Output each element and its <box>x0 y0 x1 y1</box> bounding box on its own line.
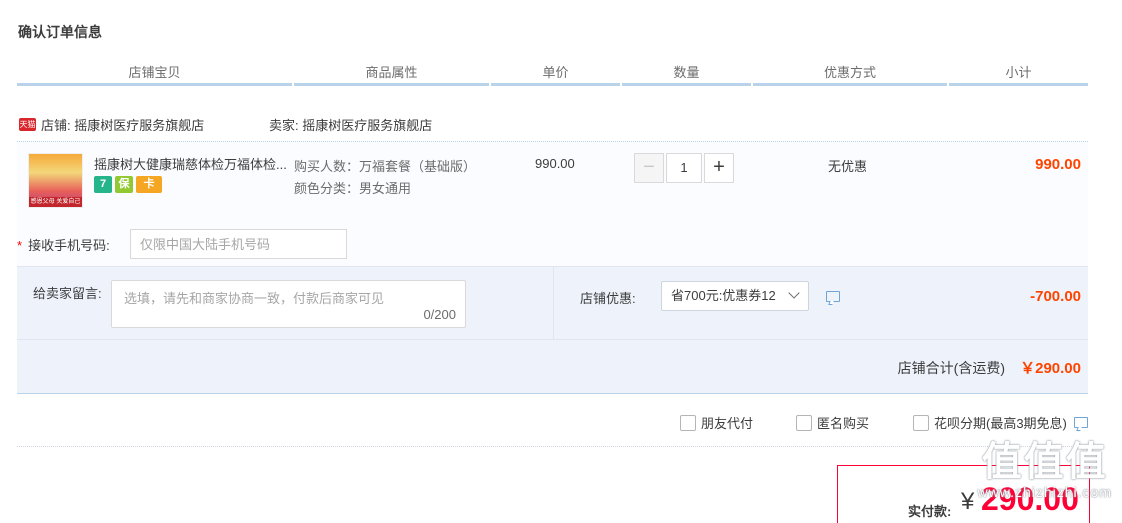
quantity-stepper: − 1 + <box>634 153 734 183</box>
option-friend-pay[interactable]: 朋友代付 <box>680 413 753 432</box>
shop-total-label: 店铺合计(含运费) <box>897 360 1005 376</box>
header-col-item: 店铺宝贝 <box>17 62 292 86</box>
tmall-icon: 天猫 <box>19 118 36 131</box>
product-thumbnail[interactable]: 感恩父母 关爱自己 <box>28 153 83 208</box>
coupon-amount: -700.00 <box>1030 288 1081 305</box>
anonymous-checkbox[interactable] <box>796 414 812 431</box>
quantity-input[interactable]: 1 <box>666 153 702 183</box>
message-label: 给卖家留言: <box>33 286 102 301</box>
phone-input[interactable] <box>130 229 347 259</box>
required-mark: * <box>17 238 23 253</box>
product-title-link[interactable]: 摇康树大健康瑞慈体检万福体检... <box>94 154 289 173</box>
order-item-row: 感恩父母 关爱自己 摇康树大健康瑞慈体检万福体检... 7 保 卡 购买人数：万… <box>17 142 1088 266</box>
shop-total-value: ￥290.00 <box>1020 360 1081 377</box>
payment-summary-box: 实付款: ¥ 290.00 <box>837 465 1090 523</box>
thumbnail-band-text: 感恩父母 关爱自己 <box>29 197 82 207</box>
page-title: 确认订单信息 <box>18 24 102 40</box>
attr-color-category: 颜色分类：男女通用 <box>294 181 412 196</box>
option-anonymous-purchase[interactable]: 匿名购买 <box>796 413 869 432</box>
header-col-unit-price: 单价 <box>491 62 620 86</box>
card-payment-icon[interactable]: 卡 <box>136 176 162 193</box>
anonymous-label: 匿名购买 <box>817 416 870 431</box>
huabei-checkbox[interactable] <box>913 414 929 431</box>
table-header: 店铺宝贝 商品属性 单价 数量 优惠方式 小计 <box>17 62 1088 86</box>
message-char-count: 0/200 <box>423 307 456 322</box>
huabei-info-icon[interactable] <box>1074 417 1088 428</box>
header-col-attributes: 商品属性 <box>294 62 489 86</box>
coupon-selected-value: 省700元:优惠券12 <box>671 288 776 303</box>
header-col-subtotal: 小计 <box>949 62 1088 86</box>
shop-name-link[interactable]: 店铺: 摇康树医疗服务旗舰店 <box>41 115 204 134</box>
coupon-comment-icon[interactable] <box>826 291 840 302</box>
option-huabei-installment[interactable]: 花呗分期(最高3期免息) <box>913 413 1067 432</box>
item-subtotal: 990.00 <box>1035 156 1081 173</box>
shop-row: 天猫 店铺: 摇康树医疗服务旗舰店 卖家: 摇康树医疗服务旗舰店 <box>17 112 1088 142</box>
payment-total: 290.00 <box>981 481 1079 517</box>
friend-pay-checkbox[interactable] <box>680 414 696 431</box>
product-badges: 7 保 卡 <box>94 176 162 193</box>
message-coupon-panel: 给卖家留言: 0/200 店铺优惠: 省700元:优惠券12 -700.00 店… <box>17 266 1088 394</box>
phone-label: * 接收手机号码: <box>17 235 110 254</box>
insurance-icon[interactable]: 保 <box>115 176 133 193</box>
header-col-discount: 优惠方式 <box>753 62 947 86</box>
phone-label-text: 接收手机号码: <box>28 238 110 253</box>
payment-currency: ¥ <box>961 488 975 515</box>
payment-options: 朋友代付 匿名购买 花呗分期(最高3期免息) <box>17 395 1088 447</box>
quantity-increase-button[interactable]: + <box>704 153 734 183</box>
panel-divider-vertical <box>553 267 554 339</box>
discount-method: 无优惠 <box>828 159 868 174</box>
unit-price: 990.00 <box>535 156 575 171</box>
header-col-quantity: 数量 <box>622 62 751 86</box>
seven-day-return-icon[interactable]: 7 <box>94 176 112 193</box>
seller-name-link[interactable]: 卖家: 摇康树医疗服务旗舰店 <box>269 115 432 134</box>
message-box: 0/200 <box>111 280 466 328</box>
message-textarea[interactable] <box>112 281 465 327</box>
coupon-select[interactable]: 省700元:优惠券12 <box>661 281 809 311</box>
chevron-down-icon <box>788 287 800 299</box>
coupon-label: 店铺优惠: <box>580 291 636 306</box>
quantity-decrease-button[interactable]: − <box>634 153 664 183</box>
panel-divider-horizontal <box>17 339 1088 340</box>
payment-label: 实付款: <box>908 504 952 519</box>
friend-pay-label: 朋友代付 <box>701 416 754 431</box>
huabei-label: 花呗分期(最高3期免息) <box>934 416 1067 431</box>
attr-purchase-people: 购买人数：万福套餐（基础版） <box>294 159 477 174</box>
